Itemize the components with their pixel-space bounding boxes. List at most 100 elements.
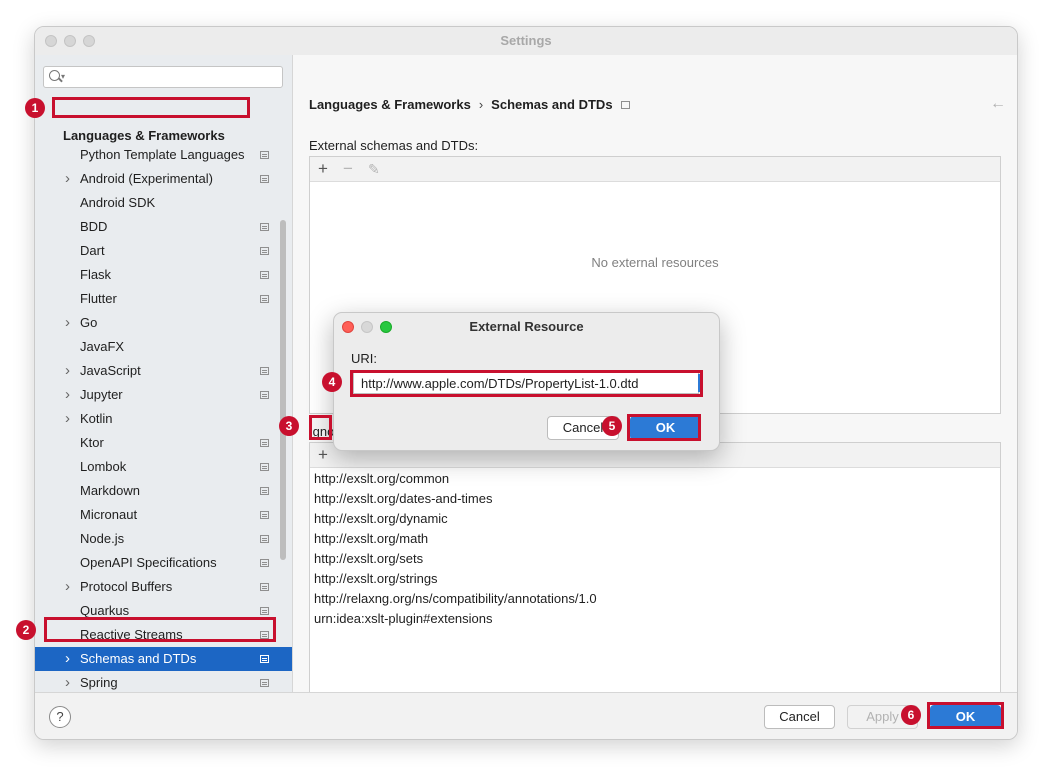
sidebar-item[interactable]: Lombok (35, 455, 292, 479)
sidebar-item[interactable]: OpenAPI Specifications (35, 551, 292, 575)
uri-input[interactable] (353, 372, 699, 394)
sidebar-item[interactable]: BDD (35, 215, 292, 239)
chevron-right-icon[interactable]: › (65, 383, 70, 407)
dialog-title: External Resource (469, 319, 584, 334)
ok-button[interactable]: OK (930, 705, 1001, 729)
sidebar-item[interactable]: › Spring (35, 671, 292, 692)
annotation-badge-6: 6 (901, 705, 921, 725)
list-item[interactable]: http://exslt.org/common (314, 469, 449, 489)
search-options-icon[interactable]: ▾ (61, 72, 65, 81)
sidebar-item[interactable]: › Go (35, 311, 292, 335)
chevron-right-icon[interactable]: › (65, 167, 70, 191)
sidebar-item-label: Jupyter (80, 387, 123, 402)
annotation-badge-4: 4 (322, 372, 342, 392)
empty-state-text: No external resources (591, 255, 719, 270)
minimize-window-icon[interactable] (64, 35, 76, 47)
chevron-right-icon[interactable]: › (65, 671, 70, 692)
sidebar-item[interactable]: Python Template Languages (35, 143, 292, 167)
sidebar-item-label: JavaFX (80, 339, 125, 354)
sidebar-item[interactable]: › Kotlin (35, 407, 292, 431)
page-icon (260, 535, 269, 543)
sidebar-item[interactable]: Flutter (35, 287, 292, 311)
sidebar-item[interactable]: › JavaScript (35, 359, 292, 383)
list-item[interactable]: http://exslt.org/dates-and-times (314, 489, 492, 509)
sidebar-item-label: Lombok (80, 459, 127, 474)
breadcrumb: Languages & Frameworks › Schemas and DTDs (309, 97, 630, 112)
sidebar-item-label: Android SDK (80, 195, 156, 210)
sidebar-scrollbar[interactable] (280, 220, 286, 560)
page-icon (260, 175, 269, 183)
annotation-badge-1: 1 (25, 98, 45, 118)
sidebar-item[interactable]: › Jupyter (35, 383, 292, 407)
maximize-window-icon[interactable] (83, 35, 95, 47)
settings-footer: ? Cancel Apply OK (35, 692, 1017, 739)
sidebar-item[interactable]: › Protocol Buffers (35, 575, 292, 599)
page-icon (260, 295, 269, 303)
add-external-button[interactable]: + (318, 159, 328, 179)
list-item[interactable]: http://exslt.org/strings (314, 569, 438, 589)
edit-icon[interactable]: ✎ (368, 159, 380, 179)
chevron-right-icon[interactable]: › (65, 359, 70, 383)
sidebar-item[interactable]: Markdown (35, 479, 292, 503)
list-item[interactable]: http://exslt.org/math (314, 529, 428, 549)
page-icon (620, 101, 630, 109)
list-item[interactable]: http://exslt.org/dynamic (314, 509, 448, 529)
page-icon (260, 655, 269, 663)
sidebar-item[interactable]: Micronaut (35, 503, 292, 527)
external-schemas-label: External schemas and DTDs: (309, 138, 479, 153)
list-item[interactable]: http://exslt.org/sets (314, 549, 423, 569)
page-icon (260, 367, 269, 375)
page-icon (260, 487, 269, 495)
chevron-right-icon[interactable]: › (65, 647, 70, 671)
window-title: Settings (500, 33, 552, 48)
sidebar-item[interactable]: Reactive Streams (35, 623, 292, 647)
breadcrumb-parent[interactable]: Languages & Frameworks (309, 97, 471, 112)
list-item[interactable]: urn:idea:xslt-plugin#extensions (314, 609, 493, 629)
page-icon (260, 583, 269, 591)
title-bar: Settings (35, 27, 1017, 55)
page-icon (260, 247, 269, 255)
sidebar-item-label: Dart (80, 243, 105, 258)
chevron-right-icon[interactable]: › (65, 407, 70, 431)
sidebar-item-label: Spring (80, 675, 118, 690)
sidebar-item-label: JavaScript (80, 363, 141, 378)
forward-arrow-icon[interactable]: → (1016, 95, 1017, 113)
page-icon (260, 631, 269, 639)
chevron-right-icon[interactable]: › (65, 311, 70, 335)
page-icon (260, 223, 269, 231)
settings-sidebar: ▾ Languages & Frameworks Python Template… (35, 55, 293, 692)
page-icon (260, 439, 269, 447)
ignored-schemas-label: Igno (309, 424, 335, 439)
settings-search-input[interactable]: ▾ (43, 66, 283, 88)
sidebar-item[interactable]: › Android (Experimental) (35, 167, 292, 191)
sidebar-item[interactable]: Dart (35, 239, 292, 263)
ignored-schemas-panel: + http://exslt.org/common http://exslt.or… (309, 442, 1001, 701)
sidebar-item-label: Go (80, 315, 98, 330)
dialog-ok-button[interactable]: OK (630, 416, 701, 440)
page-icon (260, 607, 269, 615)
sidebar-item[interactable]: Node.js (35, 527, 292, 551)
sidebar-item-label: Flutter (80, 291, 117, 306)
page-icon (260, 559, 269, 567)
sidebar-item[interactable]: JavaFX (35, 335, 292, 359)
add-ignored-button[interactable]: + (318, 445, 328, 465)
breadcrumb-separator: › (478, 97, 484, 112)
sidebar-item[interactable]: Flask (35, 263, 292, 287)
annotation-badge-2: 2 (16, 620, 36, 640)
sidebar-item[interactable]: › Schemas and DTDs (35, 647, 292, 671)
uri-label: URI: (351, 351, 377, 366)
back-arrow-icon[interactable]: ← (990, 95, 1006, 113)
text-caret (698, 374, 700, 392)
remove-external-button[interactable]: − (343, 159, 353, 179)
help-button[interactable]: ? (49, 706, 71, 728)
breadcrumb-current: Schemas and DTDs (491, 97, 613, 112)
sidebar-item-label: Schemas and DTDs (80, 651, 197, 666)
list-item[interactable]: http://relaxng.org/ns/compatibility/anno… (314, 589, 597, 609)
sidebar-item[interactable]: Android SDK (35, 191, 292, 215)
chevron-right-icon[interactable]: › (65, 575, 70, 599)
sidebar-item[interactable]: Ktor (35, 431, 292, 455)
sidebar-item[interactable]: Quarkus (35, 599, 292, 623)
cancel-button[interactable]: Cancel (764, 705, 835, 729)
annotation-badge-3: 3 (279, 416, 299, 436)
close-window-icon[interactable] (45, 35, 57, 47)
